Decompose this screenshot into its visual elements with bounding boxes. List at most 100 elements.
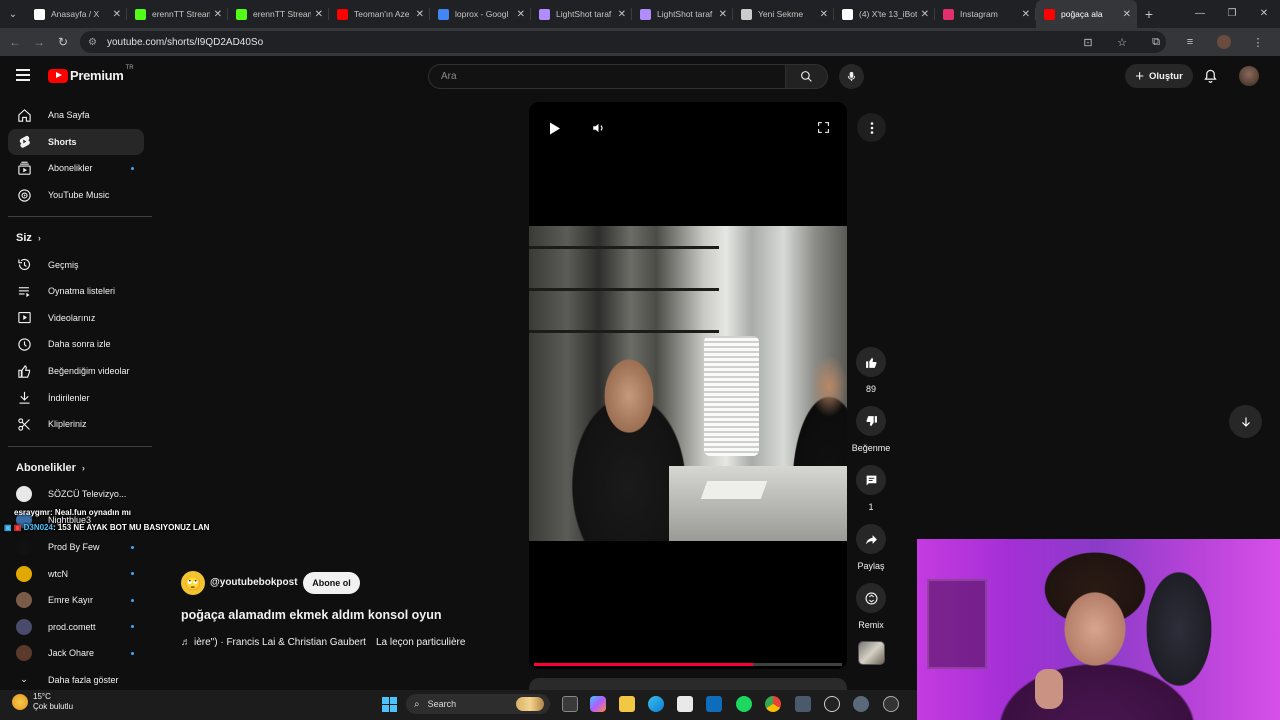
sidebar-item-liked[interactable]: Beğendiğim videolar <box>8 358 144 385</box>
reload-icon[interactable]: ↻ <box>51 35 75 49</box>
browser-tab[interactable]: erennTT Stream ✕ <box>127 0 228 28</box>
sidebar-item-watch-later[interactable]: Daha sonra izle <box>8 331 144 358</box>
browser-tab[interactable]: LightShot taraf ✕ <box>632 0 733 28</box>
browser-tab[interactable]: Anasayfa / X ✕ <box>26 0 127 28</box>
create-button[interactable]: + Oluştur <box>1125 64 1193 88</box>
like-button[interactable] <box>856 347 886 377</box>
close-tab-icon[interactable]: ✕ <box>1123 9 1131 20</box>
browser-tab[interactable]: Yeni Sekme ✕ <box>733 0 834 28</box>
subscription-channel[interactable]: Emre Kayır <box>8 587 144 614</box>
remix-label: Remix <box>858 620 884 630</box>
browser-menu-icon[interactable]: ⋮ <box>1242 36 1274 49</box>
browser-tab[interactable]: Teoman'ın Aze ✕ <box>329 0 430 28</box>
more-actions-button[interactable] <box>857 113 886 142</box>
app-icon-notification[interactable] <box>883 696 899 712</box>
notifications-bell-icon[interactable] <box>1203 68 1218 89</box>
minimize-icon[interactable]: — <box>1184 0 1216 28</box>
youtube-premium-logo[interactable]: Premium TR <box>48 65 134 83</box>
next-short-button[interactable] <box>1229 405 1262 438</box>
tab-search-menu-icon[interactable]: ⌄ <box>0 0 26 28</box>
windows-start-icon[interactable] <box>382 697 397 712</box>
share-button[interactable] <box>856 524 886 554</box>
channel-avatar[interactable]: 🙄 <box>181 571 205 595</box>
close-tab-icon[interactable]: ✕ <box>1022 9 1030 20</box>
search-button[interactable] <box>786 64 828 89</box>
chrome-taskbar-icon[interactable] <box>765 696 781 712</box>
progress-bar[interactable] <box>534 663 842 666</box>
hamburger-menu-icon[interactable] <box>16 69 30 81</box>
audio-source-thumbnail[interactable] <box>858 641 885 665</box>
outlook-icon[interactable] <box>706 696 722 712</box>
close-tab-icon[interactable]: ✕ <box>517 9 525 20</box>
play-icon[interactable] <box>549 122 561 140</box>
sidebar-item-clips[interactable]: Klipleriniz <box>8 411 144 438</box>
new-tab-button[interactable]: + <box>1137 6 1161 22</box>
sidebar-item-subscriptions[interactable]: Abonelikler <box>8 155 144 182</box>
search-input[interactable] <box>429 65 785 88</box>
subscribe-button[interactable]: Abone ol <box>303 572 360 594</box>
close-window-icon[interactable]: ✕ <box>1248 0 1280 28</box>
store-icon[interactable] <box>677 696 693 712</box>
browser-tab[interactable]: loprox - Googl ✕ <box>430 0 531 28</box>
comments-button[interactable] <box>856 465 886 495</box>
file-explorer-icon[interactable] <box>619 696 635 712</box>
sidebar-item-youtube-music[interactable]: YouTube Music <box>8 182 144 209</box>
dislike-button[interactable] <box>856 406 886 436</box>
browser-tab[interactable]: Instagram ✕ <box>935 0 1036 28</box>
sidebar-item-playlists[interactable]: Oynatma listeleri <box>8 278 144 305</box>
account-avatar[interactable] <box>1239 66 1259 86</box>
browser-tab[interactable]: LightShot taraf ✕ <box>531 0 632 28</box>
browser-tab[interactable]: (4) X'te 13_iBot ✕ <box>834 0 935 28</box>
subscription-channel[interactable]: Prod By Few <box>8 534 144 561</box>
you-section-heading[interactable]: Siz › <box>0 225 152 251</box>
close-tab-icon[interactable]: ✕ <box>315 9 323 20</box>
forward-icon[interactable]: → <box>27 35 51 49</box>
bookmark-star-icon[interactable]: ☆ <box>1106 36 1138 49</box>
task-view-icon[interactable] <box>562 696 578 712</box>
browser-tab[interactable]: poğaça ala ✕ <box>1036 0 1137 28</box>
browser-tab[interactable]: erennTT Stream ✕ <box>228 0 329 28</box>
subscription-channel[interactable]: wtcN <box>8 560 144 587</box>
extensions-icon[interactable]: ⧉ <box>1140 36 1172 49</box>
taskbar-search[interactable]: ⌕ Search <box>406 694 550 714</box>
media-control-icon[interactable]: ≡ <box>1174 36 1206 48</box>
sidebar-item-shorts[interactable]: Shorts <box>8 128 144 156</box>
sidebar-item-home[interactable]: Ana Sayfa <box>8 102 144 129</box>
subscriptions-section-heading[interactable]: Abonelikler › <box>0 455 152 481</box>
media-player-icon[interactable] <box>824 696 840 712</box>
subscription-channel[interactable]: SÖZCÜ Televizyo... <box>8 481 144 508</box>
settings-icon[interactable] <box>853 696 869 712</box>
close-tab-icon[interactable]: ✕ <box>416 9 424 20</box>
subscription-channel[interactable]: Jack Ohare <box>8 640 144 667</box>
profile-avatar-small[interactable] <box>1217 35 1231 49</box>
back-icon[interactable]: ← <box>3 35 27 49</box>
remix-button[interactable] <box>856 583 886 613</box>
site-info-icon[interactable]: ⚙ <box>88 37 97 48</box>
close-tab-icon[interactable]: ✕ <box>214 9 222 20</box>
channel-name[interactable]: @youtubebokpost <box>210 577 298 588</box>
voice-search-button[interactable] <box>839 64 864 89</box>
install-app-icon[interactable]: ⊡ <box>1072 36 1104 49</box>
close-tab-icon[interactable]: ✕ <box>820 9 828 20</box>
close-tab-icon[interactable]: ✕ <box>719 9 727 20</box>
spotify-icon[interactable] <box>736 696 752 712</box>
close-tab-icon[interactable]: ✕ <box>618 9 626 20</box>
restore-icon[interactable]: ❐ <box>1216 0 1248 28</box>
sidebar-item-download[interactable]: İndirilenler <box>8 384 144 411</box>
volume-icon[interactable] <box>591 121 606 140</box>
sidebar-item-history[interactable]: Geçmiş <box>8 251 144 278</box>
fullscreen-icon[interactable] <box>817 121 830 139</box>
sidebar-item-your-videos[interactable]: Videolarınız <box>8 305 144 332</box>
shorts-video-player[interactable] <box>529 102 847 669</box>
edge-icon[interactable] <box>648 696 664 712</box>
app-icon[interactable] <box>795 696 811 712</box>
short-title[interactable]: poğaça alamadım ekmek aldım konsol oyun <box>181 608 442 622</box>
address-bar[interactable]: ⚙ youtube.com/shorts/I9QD2AD40So <box>80 31 1166 53</box>
subscription-channel[interactable]: prod.comett <box>8 614 144 641</box>
music-ticker[interactable]: ♬ ière") · Francis Lai & Christian Gauber… <box>181 637 465 648</box>
close-tab-icon[interactable]: ✕ <box>921 9 929 20</box>
dislike-label: Beğenme <box>851 443 891 453</box>
copilot-icon[interactable] <box>590 696 606 712</box>
close-tab-icon[interactable]: ✕ <box>113 9 121 20</box>
weather-widget[interactable]: 15°C Çok bulutlu <box>12 692 73 712</box>
